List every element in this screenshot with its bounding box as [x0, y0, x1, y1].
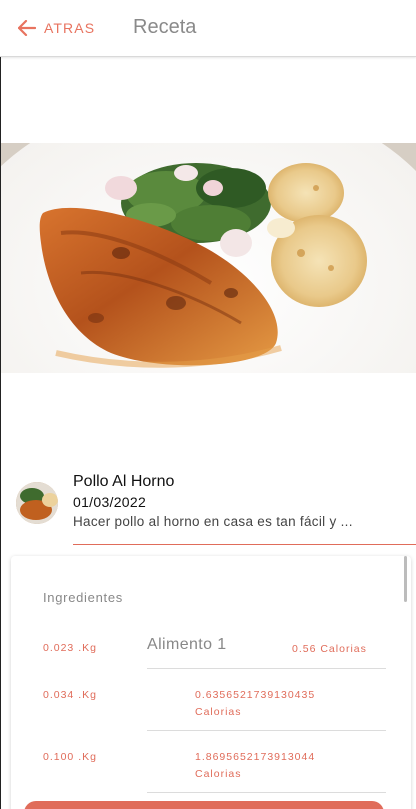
ingredient-name: Alimento 1: [147, 636, 227, 653]
bottom-action-button[interactable]: [24, 801, 384, 809]
ingredient-quantity: 0.100 .Kg: [43, 751, 97, 763]
recipe-avatar: [16, 482, 58, 524]
page-title: Receta: [133, 16, 197, 38]
scrollbar-thumb[interactable]: [404, 556, 407, 602]
recipe-photo: [1, 143, 416, 373]
ingredient-calories: 0.56 Calorias: [292, 643, 367, 655]
recipe-screen: ATRAS Receta Pollo Al Horno 01/03/2022 H…: [0, 0, 416, 809]
ingredient-quantity: 0.023 .Kg: [43, 642, 97, 654]
arrow-left-icon: [18, 20, 36, 36]
recipe-date: 01/03/2022: [73, 494, 147, 510]
ingredients-title: Ingredientes: [43, 590, 123, 605]
ingredient-divider: [147, 792, 386, 793]
ingredient-calories: 1.8695652173913044 Calorias: [195, 751, 316, 780]
ingredient-divider: [147, 668, 386, 669]
back-button[interactable]: ATRAS: [18, 15, 95, 41]
recipe-description: Hacer pollo al horno en casa es tan fáci…: [73, 514, 353, 529]
app-header: ATRAS Receta: [0, 0, 416, 57]
back-label: ATRAS: [44, 20, 96, 36]
ingredient-quantity: 0.034 .Kg: [43, 689, 97, 701]
ingredient-divider: [147, 730, 386, 731]
recipe-divider: [73, 544, 416, 545]
recipe-name: Pollo Al Horno: [73, 473, 175, 490]
ingredients-card: Ingredientes 0.023 .Kg Alimento 1 0.56 C…: [11, 556, 411, 809]
ingredient-calories: 0.6356521739130435 Calorias: [195, 689, 316, 718]
